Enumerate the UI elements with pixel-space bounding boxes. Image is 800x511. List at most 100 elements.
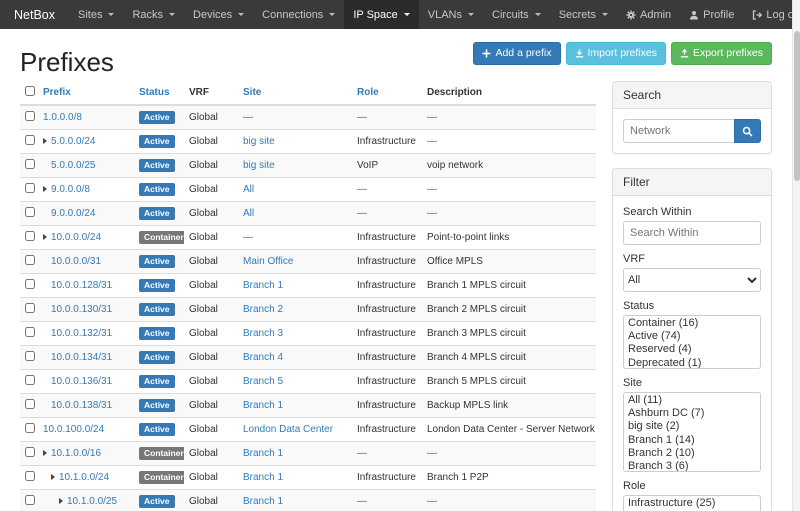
row-checkbox[interactable] bbox=[25, 255, 35, 265]
prefix-link[interactable]: 1.0.0.0/8 bbox=[43, 112, 82, 123]
row-checkbox[interactable] bbox=[25, 495, 35, 505]
row-checkbox[interactable] bbox=[25, 183, 35, 193]
site-link[interactable]: Branch 1 bbox=[243, 448, 283, 459]
prefix-link[interactable]: 5.0.0.0/25 bbox=[51, 160, 95, 171]
prefix-link[interactable]: 10.0.0.138/31 bbox=[51, 400, 112, 411]
filter-select-vrf[interactable]: All bbox=[623, 268, 761, 292]
export-prefixes-button[interactable]: Export prefixes bbox=[671, 42, 772, 65]
role-cell: — bbox=[352, 442, 422, 466]
nav-item-secrets[interactable]: Secrets bbox=[550, 0, 617, 29]
site-link[interactable]: Branch 2 bbox=[243, 304, 283, 315]
row-checkbox[interactable] bbox=[25, 135, 35, 145]
prefix-link[interactable]: 9.0.0.0/8 bbox=[51, 184, 90, 195]
site-link[interactable]: Branch 1 bbox=[243, 496, 283, 507]
row-checkbox[interactable] bbox=[25, 303, 35, 313]
site-link[interactable]: Branch 3 bbox=[243, 328, 283, 339]
site-link[interactable]: Branch 1 bbox=[243, 280, 283, 291]
table-row: 10.0.0.136/31ActiveGlobalBranch 5Infrast… bbox=[20, 370, 596, 394]
vrf-cell: Global bbox=[184, 442, 238, 466]
status-cell: Active bbox=[134, 370, 184, 394]
prefix-link[interactable]: 10.0.0.128/31 bbox=[51, 280, 112, 291]
nav-item-connections[interactable]: Connections bbox=[253, 0, 344, 29]
nav-item-ip-space[interactable]: IP Space bbox=[344, 0, 418, 29]
row-checkbox[interactable] bbox=[25, 231, 35, 241]
checkbox-cell bbox=[20, 105, 38, 130]
row-checkbox[interactable] bbox=[25, 447, 35, 457]
row-checkbox[interactable] bbox=[25, 327, 35, 337]
site-link[interactable]: All bbox=[243, 208, 254, 219]
filter-multiselect-site[interactable]: All (11)Ashburn DC (7)big site (2)Branch… bbox=[623, 392, 761, 472]
site-link[interactable]: Branch 4 bbox=[243, 352, 283, 363]
site-link[interactable]: big site bbox=[243, 136, 275, 147]
nav-item-vlans[interactable]: VLANs bbox=[419, 0, 483, 29]
checkbox-cell bbox=[20, 466, 38, 490]
column-header-prefix[interactable]: Prefix bbox=[38, 81, 134, 105]
table-row: 10.0.0.0/24ContainerGlobal—Infrastructur… bbox=[20, 226, 596, 250]
site-link[interactable]: big site bbox=[243, 160, 275, 171]
prefix-link[interactable]: 10.1.0.0/25 bbox=[67, 496, 117, 507]
row-checkbox[interactable] bbox=[25, 399, 35, 409]
column-sort-link[interactable]: Site bbox=[243, 87, 261, 98]
search-input[interactable] bbox=[623, 119, 734, 143]
row-checkbox[interactable] bbox=[25, 159, 35, 169]
column-header-site[interactable]: Site bbox=[238, 81, 352, 105]
prefix-cell: 10.0.0.130/31 bbox=[38, 298, 134, 322]
nav-item-admin[interactable]: Admin bbox=[617, 0, 680, 29]
row-checkbox[interactable] bbox=[25, 111, 35, 121]
row-checkbox[interactable] bbox=[25, 375, 35, 385]
prefix-link[interactable]: 10.0.0.0/31 bbox=[51, 256, 101, 267]
column-sort-link[interactable]: Prefix bbox=[43, 87, 71, 98]
description-cell: Branch 1 MPLS circuit bbox=[422, 274, 596, 298]
nav-item-profile[interactable]: Profile bbox=[680, 0, 743, 29]
status-badge: Container bbox=[139, 231, 184, 244]
row-checkbox[interactable] bbox=[25, 279, 35, 289]
nav-item-sites[interactable]: Sites bbox=[69, 0, 123, 29]
prefix-link[interactable]: 10.0.0.136/31 bbox=[51, 376, 112, 387]
prefix-link[interactable]: 10.0.0.134/31 bbox=[51, 352, 112, 363]
prefix-link[interactable]: 10.0.0.132/31 bbox=[51, 328, 112, 339]
prefix-link[interactable]: 10.0.100.0/24 bbox=[43, 424, 104, 435]
prefix-link[interactable]: 10.1.0.0/24 bbox=[59, 472, 109, 483]
site-link[interactable]: Branch 1 bbox=[243, 472, 283, 483]
nav-item-label: Profile bbox=[703, 9, 734, 21]
column-header-role[interactable]: Role bbox=[352, 81, 422, 105]
site-link[interactable]: London Data Center bbox=[243, 424, 333, 435]
navbar-brand[interactable]: NetBox bbox=[0, 0, 69, 29]
page-scrollbar[interactable] bbox=[792, 0, 800, 511]
prefix-link[interactable]: 10.0.0.130/31 bbox=[51, 304, 112, 315]
description-cell: — bbox=[422, 130, 596, 154]
prefix-link[interactable]: 5.0.0.0/24 bbox=[51, 136, 95, 147]
site-cell: Branch 2 bbox=[238, 298, 352, 322]
prefix-link[interactable]: 9.0.0.0/24 bbox=[51, 208, 95, 219]
search-button[interactable] bbox=[734, 119, 761, 143]
filter-input-search-within[interactable] bbox=[623, 221, 761, 245]
row-checkbox[interactable] bbox=[25, 207, 35, 217]
prefix-link[interactable]: 10.1.0.0/16 bbox=[51, 448, 101, 459]
add-a-prefix-button[interactable]: Add a prefix bbox=[473, 42, 560, 65]
filter-multiselect-role[interactable]: Infrastructure (25)Management (8)Private… bbox=[623, 495, 761, 511]
column-sort-link[interactable]: Status bbox=[139, 87, 170, 98]
search-icon bbox=[742, 126, 753, 137]
checkbox-cell bbox=[20, 418, 38, 442]
nav-item-racks[interactable]: Racks bbox=[123, 0, 184, 29]
filter-multiselect-status[interactable]: Container (16)Active (74)Reserved (4)Dep… bbox=[623, 315, 761, 369]
status-cell: Active bbox=[134, 178, 184, 202]
chevron-down-icon bbox=[468, 13, 474, 16]
row-checkbox[interactable] bbox=[25, 471, 35, 481]
site-link[interactable]: All bbox=[243, 184, 254, 195]
button-label: Add a prefix bbox=[495, 47, 551, 60]
nav-item-devices[interactable]: Devices bbox=[184, 0, 253, 29]
import-prefixes-button[interactable]: Import prefixes bbox=[566, 42, 666, 65]
site-link[interactable]: Branch 1 bbox=[243, 400, 283, 411]
row-checkbox[interactable] bbox=[25, 351, 35, 361]
row-checkbox[interactable] bbox=[25, 423, 35, 433]
site-link[interactable]: Branch 5 bbox=[243, 376, 283, 387]
vrf-cell: Global bbox=[184, 178, 238, 202]
nav-item-circuits[interactable]: Circuits bbox=[483, 0, 550, 29]
column-header-status[interactable]: Status bbox=[134, 81, 184, 105]
page-scrollbar-thumb[interactable] bbox=[794, 31, 800, 181]
select-all-checkbox[interactable] bbox=[25, 86, 35, 96]
site-link[interactable]: Main Office bbox=[243, 256, 293, 267]
prefix-link[interactable]: 10.0.0.0/24 bbox=[51, 232, 101, 243]
column-sort-link[interactable]: Role bbox=[357, 87, 379, 98]
